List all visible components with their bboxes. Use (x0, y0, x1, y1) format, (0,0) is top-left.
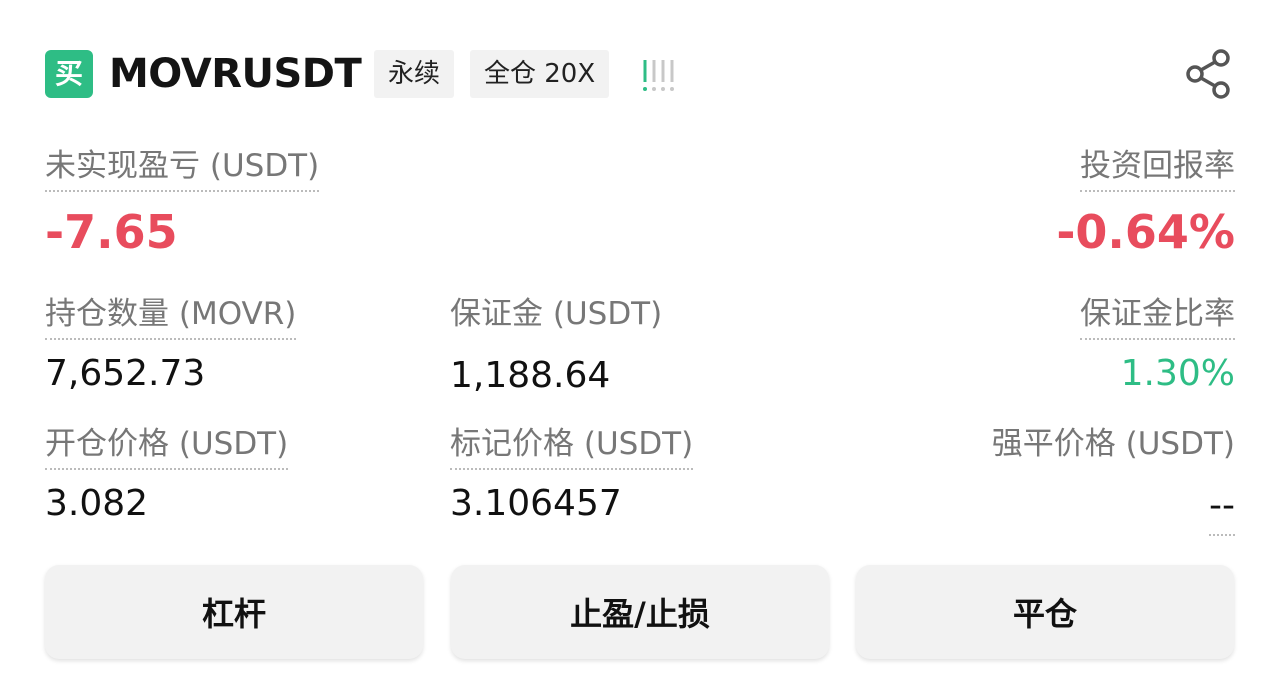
margin-ratio-block: 保证金比率 1.30% (1080, 294, 1235, 396)
liquidation-price-label: 强平价格 (USDT) (991, 426, 1235, 462)
leverage-button[interactable]: 杠杆 (45, 565, 423, 659)
unrealized-pnl-value: -7.65 (45, 205, 178, 259)
margin-ratio-label[interactable]: 保证金比率 (1080, 294, 1235, 340)
margin-ratio-value: 1.30% (1120, 353, 1235, 394)
share-icon[interactable] (1183, 48, 1235, 100)
margin-block: 保证金 (USDT) 1,188.64 (450, 294, 662, 398)
contract-type-tag: 永续 (374, 50, 455, 98)
roi-value: -0.64% (1056, 205, 1235, 259)
roi-label[interactable]: 投资回报率 (1080, 146, 1235, 192)
position-size-block: 持仓数量 (MOVR) 7,652.73 (45, 294, 297, 396)
entry-price-label[interactable]: 开仓价格 (USDT) (45, 424, 289, 470)
close-position-button[interactable]: 平仓 (856, 565, 1234, 659)
liquidation-price-block: 强平价格 (USDT) -- (992, 424, 1235, 536)
position-size-label[interactable]: 持仓数量 (MOVR) (45, 294, 297, 340)
mark-price-block: 标记价格 (USDT) 3.106457 (450, 424, 694, 526)
position-header: 买 MOVRUSDT 永续 全仓 20X (45, 48, 1235, 102)
entry-price-block: 开仓价格 (USDT) 3.082 (45, 424, 289, 526)
liquidation-price-value[interactable]: -- (1209, 484, 1235, 536)
side-badge: 买 (45, 50, 93, 98)
margin-value: 1,188.64 (450, 355, 611, 396)
signal-bars-icon (643, 60, 674, 91)
tpsl-button[interactable]: 止盈/止损 (451, 565, 829, 659)
entry-price-value: 3.082 (45, 483, 149, 524)
mark-price-value: 3.106457 (450, 483, 622, 524)
margin-mode-tag[interactable]: 全仓 20X (470, 50, 610, 98)
margin-label: 保证金 (USDT) (450, 296, 663, 332)
unrealized-pnl-label[interactable]: 未实现盈亏 (USDT) (45, 146, 320, 192)
roi-block: 投资回报率 -0.64% (1056, 146, 1235, 258)
symbol-title[interactable]: MOVRUSDT (109, 48, 362, 100)
unrealized-pnl-block: 未实现盈亏 (USDT) -7.65 (45, 146, 320, 259)
position-size-value: 7,652.73 (45, 353, 206, 394)
mark-price-label[interactable]: 标记价格 (USDT) (450, 424, 694, 470)
